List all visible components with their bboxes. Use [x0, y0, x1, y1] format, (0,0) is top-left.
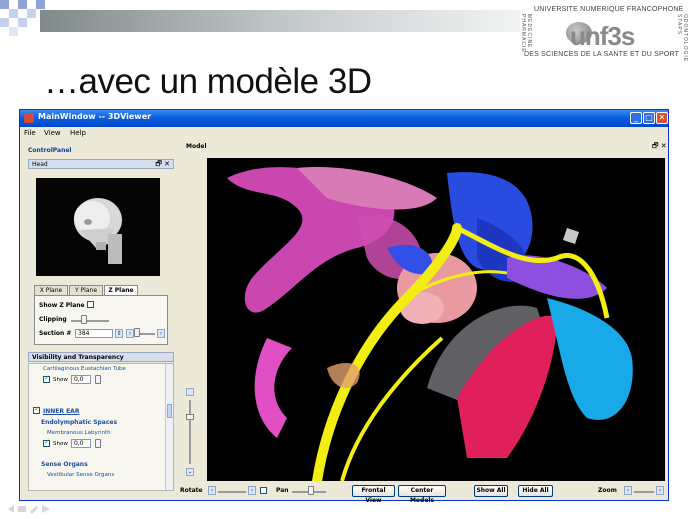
clipping-slider-handle[interactable]	[81, 315, 88, 324]
vertical-slider-track[interactable]	[189, 400, 191, 464]
zoom-slider[interactable]	[634, 491, 654, 493]
head-panel-header: Head 🗗 ✕	[28, 159, 174, 169]
rotate-left-icon[interactable]: ‹	[208, 486, 216, 495]
maximize-button[interactable]: □	[643, 112, 655, 124]
vertical-slider[interactable]: ⌄	[186, 388, 194, 482]
pan-slider-handle[interactable]	[308, 486, 314, 495]
show-z-plane-label: Show Z Plane	[39, 302, 85, 309]
control-panel: Head 🗗 ✕ X Plane Y Plane Z Plane Show Z …	[28, 154, 174, 498]
list-subheader: Endolymphatic Spaces	[41, 419, 118, 426]
control-panel-label: ControlPanel	[28, 147, 72, 154]
center-models-button[interactable]: Center Models	[398, 485, 446, 504]
zoom-label: Zoom	[598, 487, 617, 494]
visibility-panel-title: Visibility and Transparency	[32, 354, 124, 361]
menu-bar: File View Help	[20, 127, 668, 141]
vertical-slider-top-box[interactable]	[186, 388, 194, 396]
transparency-slider-handle[interactable]	[95, 375, 101, 384]
model-panel: ⌄ Rotate ‹ › Pan Frontal View Center Mod…	[178, 144, 668, 504]
z-plane-settings: Show Z Plane Clipping Section # 384 ⇕ ‹ …	[34, 295, 168, 345]
clipping-slider[interactable]	[71, 320, 109, 322]
transparency-slider-handle[interactable]	[95, 439, 101, 448]
structure-list-scrollbar[interactable]	[165, 364, 173, 490]
frontal-view-button[interactable]: Frontal View	[352, 485, 395, 504]
tab-z-plane[interactable]: Z Plane	[104, 285, 138, 295]
window-title: MainWindow -- 3DViewer	[38, 112, 152, 121]
slide-navigation-icon	[8, 505, 50, 514]
ear-model-render	[227, 167, 633, 481]
title-bar[interactable]: MainWindow -- 3DViewer _ □ ✕	[20, 110, 668, 127]
section-number-input[interactable]: 384	[75, 329, 113, 338]
dock-close-icon[interactable]: 🗗 ✕	[155, 160, 170, 171]
app-icon	[24, 113, 34, 123]
list-item: Vestibular Sense Organs	[47, 472, 115, 478]
logo-brand: unf3s	[570, 21, 635, 51]
show-label: Show	[53, 377, 68, 383]
clipping-label: Clipping	[39, 316, 67, 323]
menu-file[interactable]: File	[24, 129, 36, 137]
list-item: Membranous Labyrinth	[47, 430, 111, 436]
tab-y-plane[interactable]: Y Plane	[69, 285, 103, 295]
tab-x-plane[interactable]: X Plane	[34, 285, 68, 295]
list-item: Cartilaginous Eustachian Tube	[43, 366, 126, 372]
main-window: MainWindow -- 3DViewer _ □ ✕ File View H…	[19, 109, 669, 504]
vertical-slider-down-icon[interactable]: ⌄	[186, 468, 194, 476]
hide-all-button[interactable]: Hide All	[518, 485, 553, 497]
scrollbar-thumb[interactable]	[167, 404, 172, 418]
rotate-slider[interactable]	[218, 491, 246, 493]
section-label: Section #	[39, 330, 72, 337]
section-slider-handle[interactable]	[134, 328, 140, 337]
logo-line-2: DES SCIENCES DE LA SANTE ET DU SPORT	[524, 51, 680, 58]
rotate-checkbox[interactable]	[260, 487, 267, 494]
show-all-button[interactable]: Show All	[474, 485, 508, 497]
show-label: Show	[53, 441, 68, 447]
minimize-button[interactable]: _	[630, 112, 642, 124]
show-z-plane-checkbox[interactable]	[87, 301, 94, 308]
logo-line-1: UNIVERSITE NUMERIQUE FRANCOPHONE	[534, 6, 684, 13]
skull-icon	[74, 198, 122, 264]
slide-navigation-icons[interactable]	[6, 500, 56, 514]
section-inner-ear[interactable]: INNER EAR	[43, 408, 79, 415]
section-spinner-arrows[interactable]: ⇕	[115, 329, 123, 338]
vertical-slider-handle[interactable]	[186, 414, 194, 420]
menu-help[interactable]: Help	[70, 129, 86, 137]
structure-list[interactable]: Cartilaginous Eustachian Tube Show 0,0 I…	[28, 363, 174, 491]
zoom-in-icon[interactable]: ›	[656, 486, 664, 495]
viewer-controls: Rotate ‹ › Pan Frontal View Center Model…	[178, 484, 668, 504]
section-increase-icon[interactable]: ›	[157, 329, 165, 338]
zoom-out-icon[interactable]: ‹	[624, 486, 632, 495]
close-button[interactable]: ✕	[656, 112, 668, 124]
unf3s-logo: UNIVERSITE NUMERIQUE FRANCOPHONE MEDECIN…	[518, 4, 688, 62]
show-checkbox[interactable]	[43, 374, 50, 383]
pan-label: Pan	[276, 487, 289, 494]
rotate-label: Rotate	[180, 487, 203, 494]
transparency-value[interactable]: 0,0	[71, 375, 91, 384]
list-subheader: Sense Organs	[41, 461, 88, 468]
head-panel-title: Head	[32, 161, 48, 168]
menu-view[interactable]: View	[44, 129, 61, 137]
visibility-panel-header: Visibility and Transparency	[28, 352, 174, 362]
transparency-value[interactable]: 0,0	[71, 439, 91, 448]
slide-title: …avec un modèle 3D	[44, 62, 372, 101]
skull-thumbnail	[36, 178, 160, 276]
slide-header-bar	[40, 10, 520, 32]
section-decrease-icon[interactable]: ‹	[126, 329, 134, 338]
rotate-right-icon[interactable]: ›	[248, 486, 256, 495]
show-checkbox[interactable]	[43, 438, 50, 447]
3d-viewport[interactable]	[207, 158, 665, 481]
inner-ear-checkbox[interactable]	[33, 405, 40, 414]
